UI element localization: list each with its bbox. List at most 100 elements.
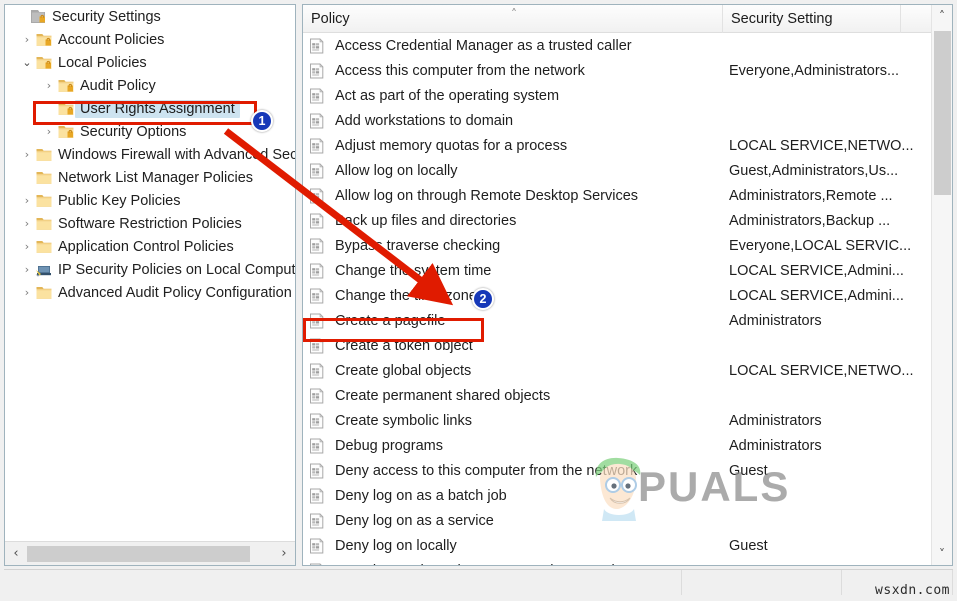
- tree-hscroll-track[interactable]: [27, 543, 273, 565]
- policy-document-icon: [309, 562, 331, 565]
- policy-row[interactable]: Deny log on locally Guest: [303, 533, 952, 558]
- folder-icon: [35, 146, 53, 163]
- scroll-left-icon[interactable]: ‹: [5, 543, 27, 565]
- chevron-right-icon[interactable]: ›: [19, 264, 35, 275]
- tree-item-ip-security-policies-on-local-compute[interactable]: › IP Security Policies on Local Compute: [5, 258, 295, 281]
- policy-row[interactable]: Deny log on through Remote Desktop Servi…: [303, 558, 952, 566]
- tree-item-label: IP Security Policies on Local Compute: [58, 261, 295, 278]
- tree-item-security-settings[interactable]: Security Settings: [5, 5, 295, 28]
- scroll-right-icon[interactable]: ›: [273, 543, 295, 565]
- policy-row[interactable]: Change the system time LOCAL SERVICE,Admi…: [303, 258, 952, 283]
- tree-item-account-policies[interactable]: › Account Policies: [5, 28, 295, 51]
- policy-row[interactable]: Change the time zone LOCAL SERVICE,Admini…: [303, 283, 952, 308]
- policy-row[interactable]: Allow log on locally Guest,Administrators…: [303, 158, 952, 183]
- folder-icon: [35, 238, 53, 255]
- policy-document-icon: [309, 262, 331, 279]
- tree-horizontal-scrollbar[interactable]: ‹ ›: [5, 541, 295, 565]
- tree-item-local-policies[interactable]: ⌄ Local Policies: [5, 51, 295, 74]
- policy-row[interactable]: Act as part of the operating system: [303, 83, 952, 108]
- policy-row[interactable]: Access this computer from the network Eve…: [303, 58, 952, 83]
- policy-row[interactable]: Debug programs Administrators: [303, 433, 952, 458]
- tree-item-windows-firewall-with-advanced-secu[interactable]: › Windows Firewall with Advanced Secu: [5, 143, 295, 166]
- policy-row[interactable]: Bypass traverse checking Everyone,LOCAL S…: [303, 233, 952, 258]
- chevron-right-icon[interactable]: ›: [19, 34, 35, 45]
- column-header-policy-label: Policy: [311, 10, 350, 27]
- policy-row[interactable]: Deny log on as a batch job: [303, 483, 952, 508]
- policy-security-setting: LOCAL SERVICE,Admini...: [729, 287, 904, 304]
- policy-name: Deny log on through Remote Desktop Servi…: [331, 563, 729, 566]
- tree-item-software-restriction-policies[interactable]: › Software Restriction Policies: [5, 212, 295, 235]
- policy-rows-viewport[interactable]: Access Credential Manager as a trusted c…: [303, 33, 952, 566]
- policy-row[interactable]: Allow log on through Remote Desktop Serv…: [303, 183, 952, 208]
- policy-security-setting: Everyone,LOCAL SERVIC...: [729, 237, 912, 254]
- tree-item-public-key-policies[interactable]: › Public Key Policies: [5, 189, 295, 212]
- policy-document-icon: [309, 412, 331, 429]
- policy-name: Create a pagefile: [335, 312, 446, 329]
- policy-vscroll-thumb[interactable]: [934, 31, 951, 195]
- folder-icon: [35, 169, 53, 186]
- tree-item-network-list-manager-policies[interactable]: Network List Manager Policies: [5, 166, 295, 189]
- policy-row[interactable]: Create a token object: [303, 333, 952, 358]
- chevron-right-icon[interactable]: ›: [19, 218, 35, 229]
- tree-scroll-viewport[interactable]: Security Settings › Account Policies ⌄ Local…: [5, 5, 295, 542]
- policy-security-setting: Everyone,Administrators...: [729, 62, 900, 79]
- policy-row[interactable]: Create global objects LOCAL SERVICE,NETWO…: [303, 358, 952, 383]
- chevron-right-icon[interactable]: ›: [19, 241, 35, 252]
- chevron-down-icon[interactable]: ⌄: [19, 57, 35, 68]
- tree-item-audit-policy[interactable]: › Audit Policy: [5, 74, 295, 97]
- folder-lock-icon: [57, 100, 75, 117]
- policy-security-setting: Administrators: [729, 412, 822, 429]
- column-header-security-setting[interactable]: Security Setting: [723, 5, 901, 33]
- status-bar: [4, 569, 953, 595]
- policy-security-setting: Guest,Administrators,Us...: [729, 162, 899, 179]
- policy-row[interactable]: Access Credential Manager as a trusted c…: [303, 33, 952, 58]
- policy-row[interactable]: Deny access to this computer from the ne…: [303, 458, 952, 483]
- security-settings-icon: [29, 8, 47, 25]
- policy-name: Deny log on locally: [335, 537, 457, 554]
- policy-name: Add workstations to domain: [335, 112, 514, 129]
- policy-list-panel[interactable]: Policy ˄ Security Setting Access Credent…: [302, 4, 953, 566]
- tree-item-label: Audit Policy: [80, 77, 156, 94]
- policy-row[interactable]: Add workstations to domain: [303, 108, 952, 133]
- tree-item-label: Application Control Policies: [58, 238, 234, 255]
- tree-hscroll-thumb[interactable]: [27, 545, 250, 562]
- tree-item-label: Software Restriction Policies: [58, 215, 242, 232]
- policy-document-icon: [309, 437, 331, 454]
- tree-item-application-control-policies[interactable]: › Application Control Policies: [5, 235, 295, 258]
- tree-item-advanced-audit-policy-configuration[interactable]: › Advanced Audit Policy Configuration: [5, 281, 295, 304]
- policy-name: Deny log on as a batch job: [335, 487, 507, 504]
- scroll-up-icon[interactable]: ˄: [932, 5, 952, 27]
- policy-name: Back up files and directories: [335, 212, 517, 229]
- policy-name: Adjust memory quotas for a process: [335, 137, 568, 154]
- policy-name: Create symbolic links: [335, 412, 472, 429]
- folder-lock-icon: [57, 77, 75, 94]
- policy-document-icon: [309, 187, 331, 204]
- policy-row[interactable]: Adjust memory quotas for a process LOCAL …: [303, 133, 952, 158]
- step-badge-2: 2: [472, 288, 494, 310]
- policy-document-icon: [309, 112, 331, 129]
- status-bar-segment-2: [682, 570, 842, 595]
- tree-item-label: Network List Manager Policies: [58, 169, 254, 186]
- chevron-right-icon[interactable]: ›: [19, 287, 35, 298]
- policy-vertical-scrollbar[interactable]: ˄ ˅: [931, 5, 952, 565]
- security-settings-tree-panel[interactable]: Security Settings › Account Policies ⌄ Local…: [4, 4, 296, 566]
- policy-document-icon: [309, 387, 331, 404]
- scroll-down-icon[interactable]: ˅: [932, 543, 952, 565]
- policy-row[interactable]: Create symbolic links Administrators: [303, 408, 952, 433]
- folder-icon: [35, 192, 53, 209]
- policy-row[interactable]: Deny log on as a service: [303, 508, 952, 533]
- column-header-security-setting-label: Security Setting: [731, 10, 833, 27]
- policy-security-setting: Administrators,Remote ...: [729, 187, 893, 204]
- policy-name: Access Credential Manager as a trusted c…: [335, 37, 632, 54]
- chevron-right-icon[interactable]: ›: [19, 149, 35, 160]
- column-header-policy[interactable]: Policy ˄: [303, 5, 723, 33]
- policy-document-icon: [309, 487, 331, 504]
- chevron-right-icon[interactable]: ›: [41, 80, 57, 91]
- policy-row[interactable]: Create permanent shared objects: [303, 383, 952, 408]
- policy-row[interactable]: Create a pagefile Administrators: [303, 308, 952, 333]
- policy-row[interactable]: Back up files and directories Administrat…: [303, 208, 952, 233]
- chevron-right-icon[interactable]: ›: [19, 195, 35, 206]
- chevron-right-icon[interactable]: ›: [41, 126, 57, 137]
- policy-security-setting: Guest: [729, 537, 768, 554]
- tree-item-label: Advanced Audit Policy Configuration: [58, 284, 292, 301]
